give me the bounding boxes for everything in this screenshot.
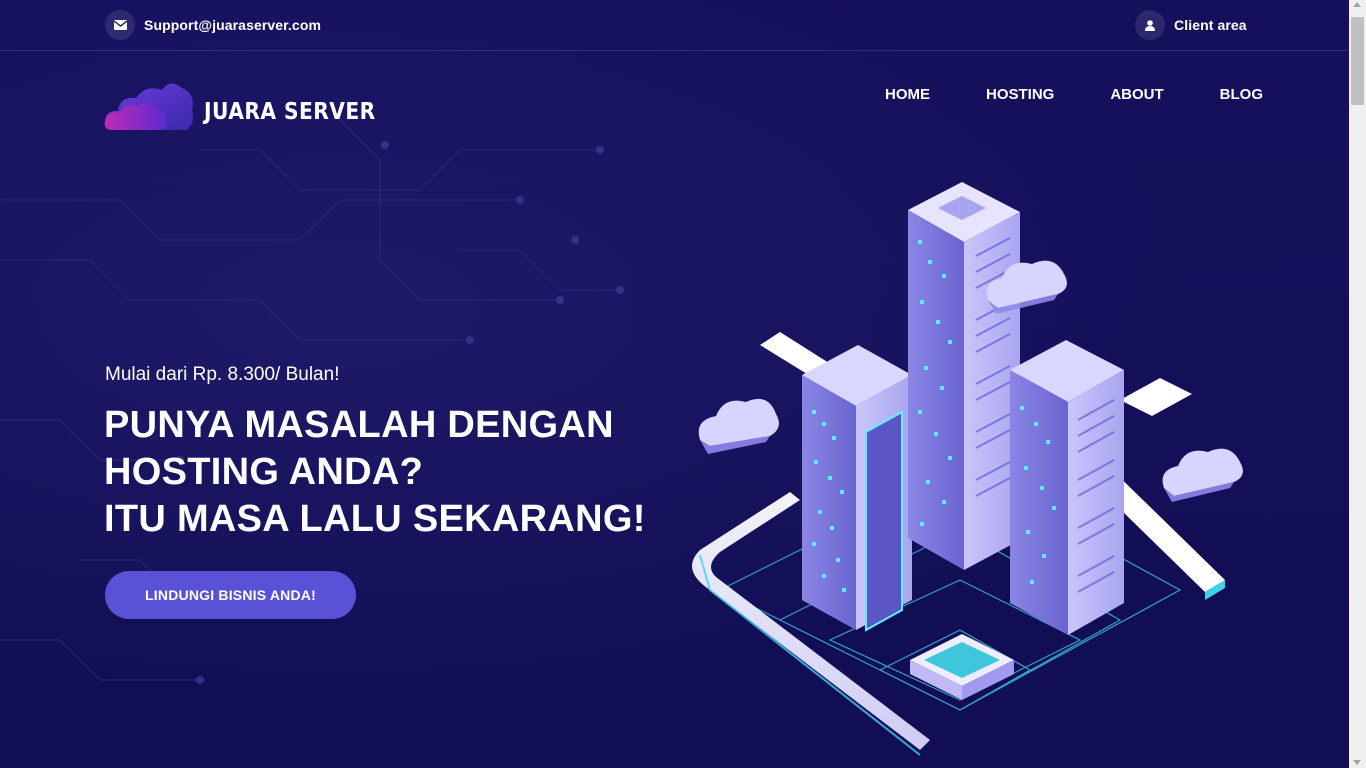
envelope-icon (105, 10, 135, 40)
nav-item-about[interactable]: ABOUT (1107, 86, 1166, 103)
server-city-illustration (692, 182, 1243, 756)
server-cube (910, 634, 1014, 700)
hero-title-line: PUNYA MASALAH DENGAN (104, 404, 614, 446)
cloud-logo-icon (104, 83, 194, 130)
site-logo[interactable]: JUARA SERVER (104, 80, 399, 132)
protect-business-button[interactable]: LINDUNGI BISNIS ANDA! (105, 571, 356, 619)
center-tower (908, 182, 1020, 570)
nav-item-blog[interactable]: BLOG (1217, 86, 1266, 103)
support-email: Support@juaraserver.com (144, 17, 322, 33)
left-tower (802, 345, 912, 632)
user-icon (1135, 10, 1165, 40)
top-bar: Support@juaraserver.com Client area (0, 0, 1349, 51)
support-email-link[interactable]: Support@juaraserver.com (105, 10, 321, 40)
client-area-link[interactable]: Client area (1135, 10, 1247, 40)
page-scrollbar[interactable] (1349, 0, 1366, 768)
scroll-down-arrow-icon[interactable] (1353, 760, 1361, 765)
scrollbar-thumb[interactable] (1351, 17, 1364, 105)
logo-text: JUARA SERVER (204, 99, 376, 125)
hero-title: PUNYA MASALAH DENGAN HOSTING ANDA? ITU M… (104, 402, 646, 543)
hero-subtitle: Mulai dari Rp. 8.300/ Bulan! (105, 364, 340, 385)
right-tower (1010, 340, 1124, 635)
nav-item-hosting[interactable]: HOSTING (983, 86, 1057, 103)
main-nav: HOME HOSTING ABOUT BLOG (882, 86, 1316, 106)
hero-title-line: HOSTING ANDA? (104, 451, 424, 493)
client-area-label: Client area (1174, 17, 1247, 33)
hero-title-line: ITU MASA LALU SEKARANG! (104, 498, 646, 540)
nav-item-home[interactable]: HOME (882, 86, 933, 106)
scroll-up-arrow-icon[interactable] (1353, 2, 1361, 7)
